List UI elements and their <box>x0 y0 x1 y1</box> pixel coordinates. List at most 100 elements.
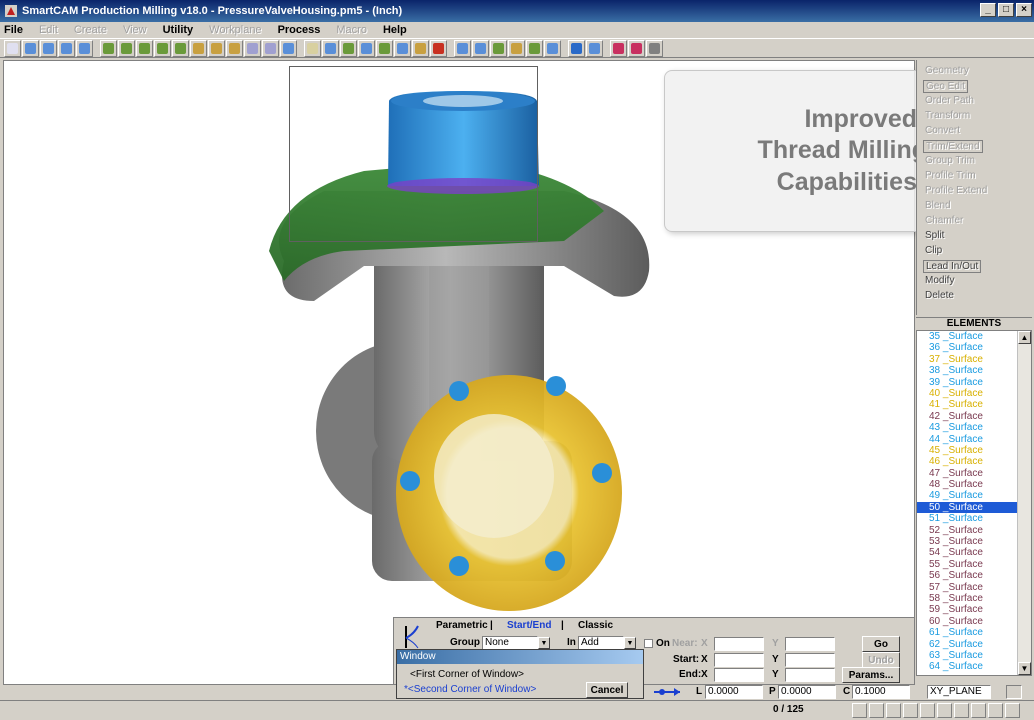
layer-icon[interactable] <box>376 39 393 57</box>
menu-cmd-convert[interactable]: Convert <box>925 125 960 136</box>
geometry-icon[interactable] <box>100 39 117 57</box>
chain-icon[interactable] <box>472 39 489 57</box>
start-x-field[interactable] <box>714 653 764 667</box>
go-button[interactable]: Go <box>862 636 900 652</box>
menu-cmd-delete[interactable]: Delete <box>925 290 954 301</box>
mirror-icon[interactable] <box>208 39 225 57</box>
expand-icon[interactable] <box>1005 703 1020 718</box>
redo-icon[interactable] <box>262 39 279 57</box>
save-status-icon[interactable] <box>869 703 884 718</box>
arc-icon[interactable] <box>136 39 153 57</box>
close-status-icon[interactable] <box>971 703 986 718</box>
on-checkbox[interactable] <box>644 639 653 648</box>
params-button[interactable]: Params... <box>842 667 900 683</box>
polar-icon[interactable] <box>937 703 952 718</box>
elements-list[interactable]: 35 _Surface 36 _Surface 37 _Surface 38 _Sur… <box>916 330 1032 676</box>
render-icon[interactable] <box>412 39 429 57</box>
element-row[interactable]: 64 _Surface <box>917 661 1017 672</box>
pan-status-icon[interactable] <box>988 703 1003 718</box>
menu-view[interactable]: View <box>123 24 147 36</box>
menu-cmd-chamfer[interactable]: Chamfer <box>925 215 963 226</box>
view-icon[interactable] <box>304 39 321 57</box>
open-icon[interactable] <box>40 39 57 57</box>
plane-field[interactable]: XY_PLANE <box>927 685 991 699</box>
element-row[interactable]: 37 _Surface <box>917 354 1017 365</box>
measure-icon[interactable] <box>544 39 561 57</box>
offset-icon[interactable] <box>508 39 525 57</box>
zoom-all-icon[interactable] <box>358 39 375 57</box>
element-row[interactable]: 42 _Surface <box>917 411 1017 422</box>
element-row[interactable]: 46 _Surface <box>917 456 1017 467</box>
pan-icon[interactable] <box>322 39 339 57</box>
l-field[interactable]: 0.0000 <box>705 685 763 699</box>
element-row[interactable]: 60 _Surface <box>917 616 1017 627</box>
menu-cmd-lead-in-out[interactable]: Lead In/Out <box>923 260 982 273</box>
element-row[interactable]: 41 _Surface <box>917 399 1017 410</box>
menu-cmd-clip[interactable]: Clip <box>925 245 942 256</box>
select-icon[interactable] <box>454 39 471 57</box>
plane-toggle-icon[interactable] <box>1006 685 1022 699</box>
scroll-down-icon[interactable]: ▼ <box>1018 662 1031 675</box>
menu-help[interactable]: Help <box>383 24 407 36</box>
line-icon[interactable] <box>118 39 135 57</box>
tab-classic[interactable]: Classic <box>578 620 613 631</box>
scroll-up-icon[interactable]: ▲ <box>1018 331 1031 344</box>
menu-cmd-transform[interactable]: Transform <box>925 110 970 121</box>
element-row[interactable]: 48 _Surface <box>917 479 1017 490</box>
near-y-field[interactable] <box>785 637 835 651</box>
close-button[interactable]: × <box>1016 3 1032 17</box>
point-icon[interactable] <box>154 39 171 57</box>
process-icon[interactable] <box>628 39 645 57</box>
tool-icon[interactable] <box>610 39 627 57</box>
c-field[interactable]: 0.1000 <box>852 685 910 699</box>
cancel-button[interactable]: Cancel <box>586 682 628 698</box>
copy-icon[interactable] <box>190 39 207 57</box>
element-row[interactable]: 58 _Surface <box>917 593 1017 604</box>
element-row[interactable]: 61 _Surface <box>917 627 1017 638</box>
in-dropdown-icon[interactable]: ▼ <box>624 637 636 649</box>
trim-icon[interactable] <box>490 39 507 57</box>
menu-utility[interactable]: Utility <box>163 24 194 36</box>
element-row[interactable]: 38 _Surface <box>917 365 1017 376</box>
menu-cmd-profile-trim[interactable]: Profile Trim <box>925 170 976 181</box>
element-row[interactable]: 35 _Surface <box>917 331 1017 342</box>
setup-icon[interactable] <box>4 39 21 57</box>
menu-cmd-blend[interactable]: Blend <box>925 200 951 211</box>
cursor-icon[interactable] <box>852 703 867 718</box>
element-row[interactable]: 44 _Surface <box>917 434 1017 445</box>
menu-cmd-split[interactable]: Split <box>925 230 944 241</box>
workplane-icon[interactable] <box>586 39 603 57</box>
element-row[interactable]: 52 _Surface <box>917 525 1017 536</box>
element-row[interactable]: 43 _Surface <box>917 422 1017 433</box>
ortho-icon[interactable] <box>903 703 918 718</box>
new-icon[interactable] <box>22 39 39 57</box>
spline-icon[interactable] <box>172 39 189 57</box>
element-row[interactable]: 50 _Surface <box>917 501 1017 514</box>
menu-cmd-group-trim[interactable]: Group Trim <box>925 155 975 166</box>
group-dropdown-icon[interactable]: ▼ <box>538 637 550 649</box>
menu-macro[interactable]: Macro <box>336 24 367 36</box>
end-y-field[interactable] <box>785 668 835 682</box>
in-select[interactable]: Add <box>578 636 624 650</box>
menu-file[interactable]: File <box>4 24 23 36</box>
group-icon[interactable] <box>526 39 543 57</box>
undo-icon[interactable] <box>244 39 261 57</box>
print-icon[interactable] <box>76 39 93 57</box>
element-row[interactable]: 59 _Surface <box>917 604 1017 615</box>
element-row[interactable]: 55 _Surface <box>917 559 1017 570</box>
group-select[interactable]: None <box>482 636 538 650</box>
menu-cmd-modify[interactable]: Modify <box>925 275 954 286</box>
tab-parametric[interactable]: Parametric <box>436 620 488 631</box>
zoom-window-icon[interactable] <box>340 39 357 57</box>
element-row[interactable]: 49 _Surface <box>917 490 1017 501</box>
save-icon[interactable] <box>58 39 75 57</box>
element-row[interactable]: 36 _Surface <box>917 342 1017 353</box>
menu-cmd-geo-edit[interactable]: Geo Edit <box>923 80 968 93</box>
menu-cmd-geometry[interactable]: Geometry <box>925 65 969 76</box>
element-row[interactable]: 39 _Surface <box>917 377 1017 388</box>
minimize-button[interactable]: _ <box>980 3 996 17</box>
element-row[interactable]: 56 _Surface <box>917 570 1017 581</box>
settings-icon[interactable] <box>430 39 447 57</box>
circle-icon[interactable] <box>954 703 969 718</box>
element-row[interactable]: 54 _Surface <box>917 547 1017 558</box>
